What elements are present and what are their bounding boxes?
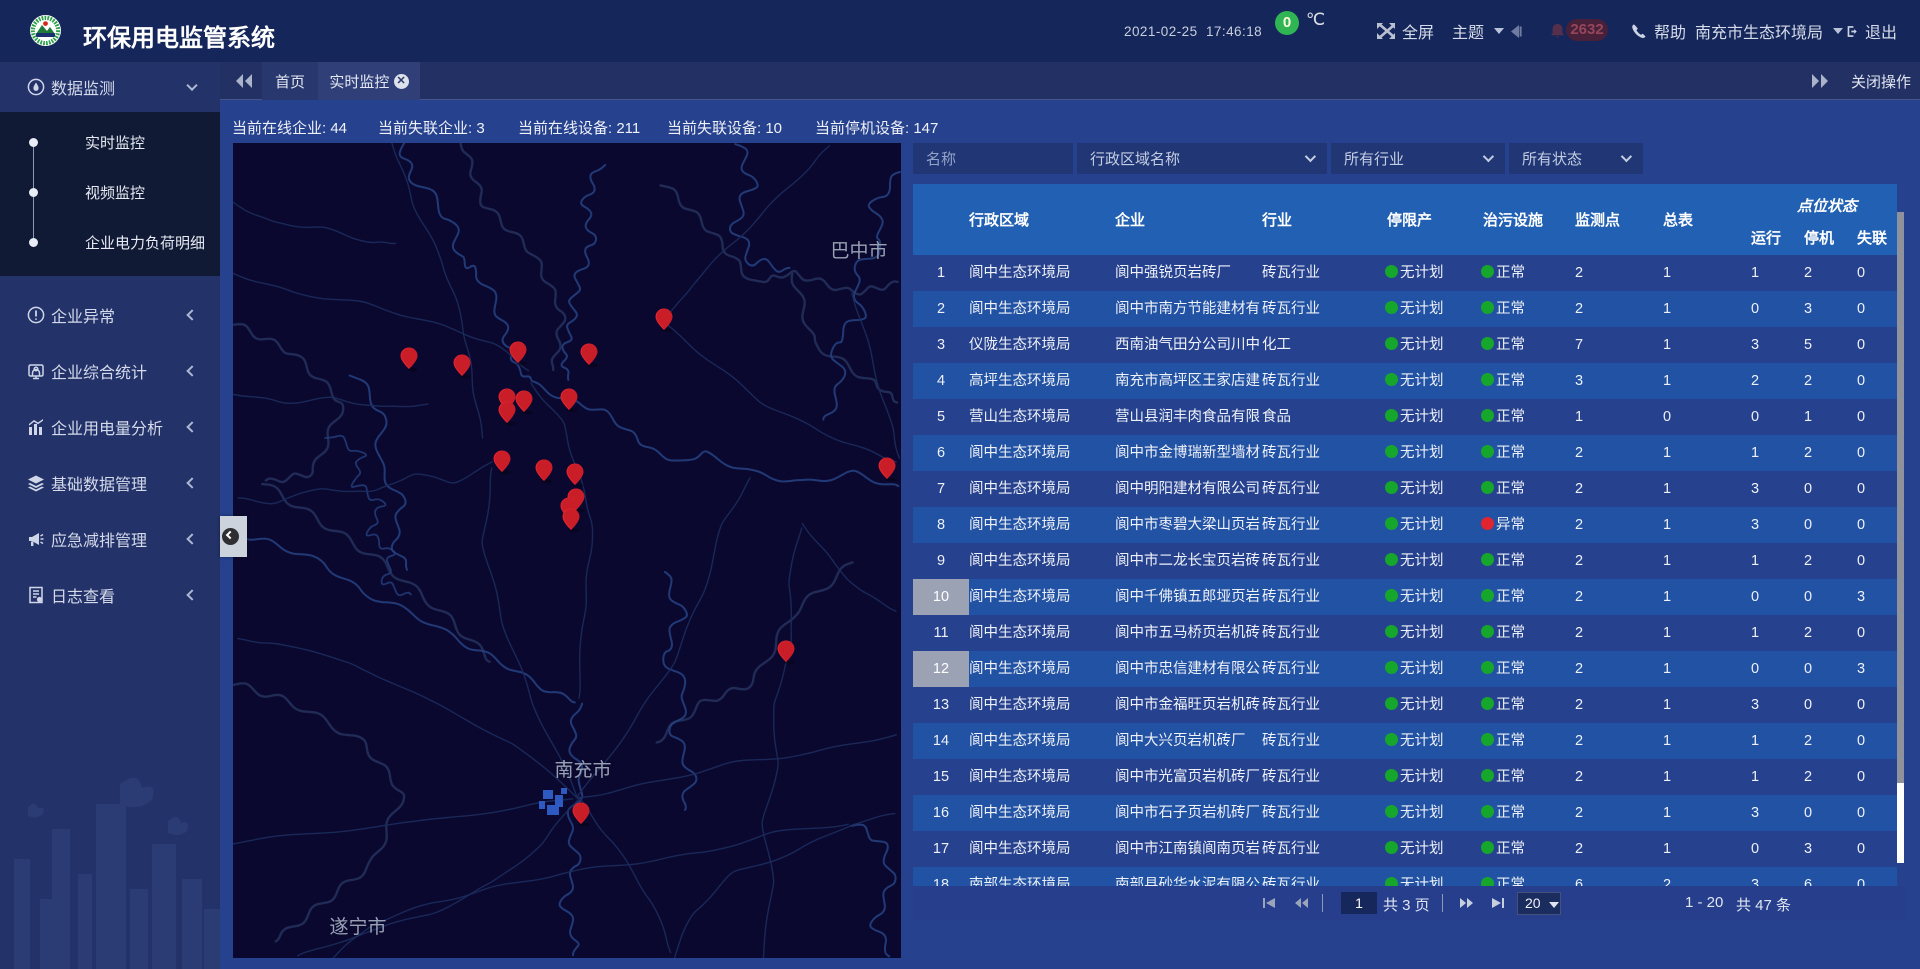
svg-text:巴中市: 巴中市 [830, 240, 887, 262]
svg-text:南充市: 南充市 [554, 759, 611, 781]
svg-text:遂宁市: 遂宁市 [329, 916, 386, 938]
